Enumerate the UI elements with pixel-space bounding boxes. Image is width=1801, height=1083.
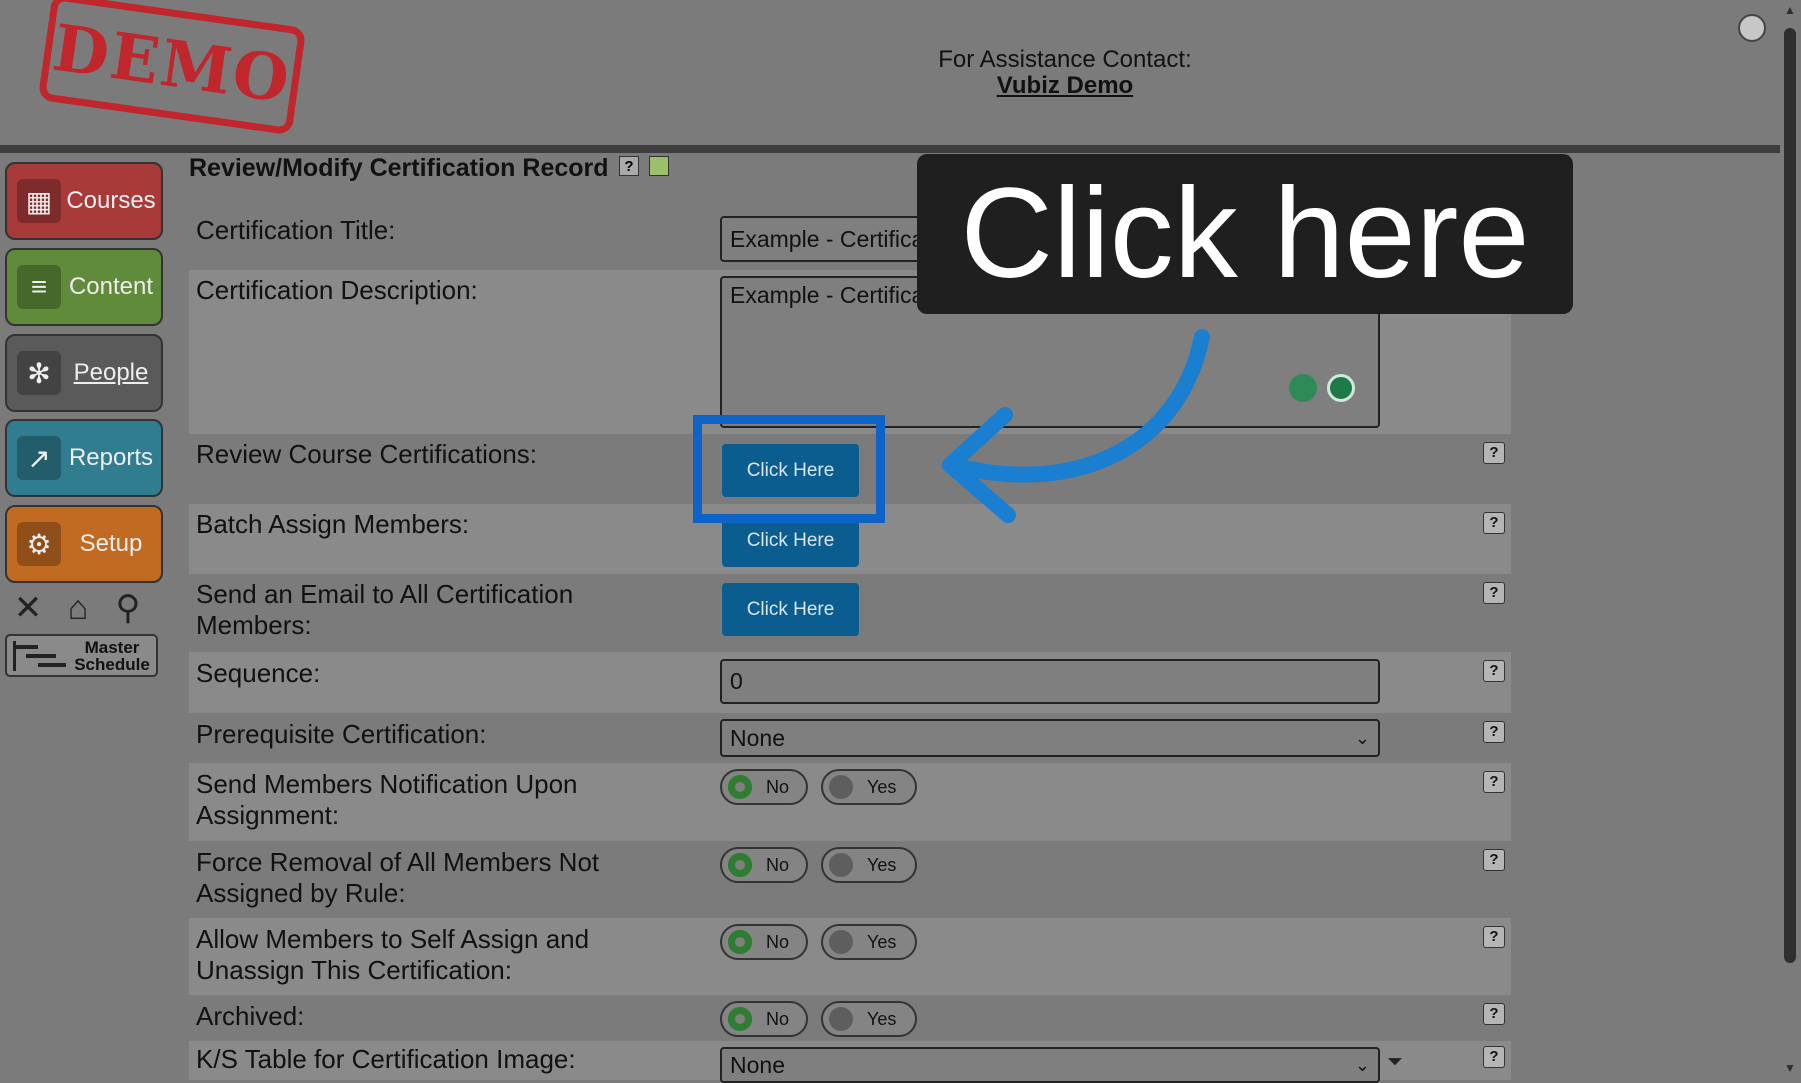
certification-description-label: Certification Description: — [196, 275, 478, 305]
row-prerequisite-certification: Prerequisite Certification: None ⌄ ? — [189, 713, 1511, 763]
schedule-icon — [13, 640, 68, 671]
yes-option-label: Yes — [867, 854, 897, 875]
help-icon[interactable]: ? — [1483, 442, 1505, 464]
nav-people-label: People — [73, 359, 149, 386]
scroll-up-arrow-icon[interactable]: ▲ — [1784, 4, 1796, 16]
assistance-contact-link[interactable]: Vubiz Demo — [900, 72, 1230, 100]
force-removal-yes-radio[interactable]: Yes — [821, 847, 917, 883]
tutorial-arrow-icon — [942, 329, 1210, 523]
send-notification-label: Send Members Notification Upon Assignmen… — [196, 769, 578, 830]
review-course-certifications-label: Review Course Certifications: — [196, 439, 538, 469]
batch-assign-members-label: Batch Assign Members: — [196, 509, 470, 539]
demo-stamp-text: DEMO — [48, 10, 296, 118]
lightbulb-icon[interactable] — [1289, 374, 1317, 402]
master-schedule-button[interactable]: Master Schedule — [5, 634, 158, 677]
filter-icon[interactable]: ⏷ — [1387, 1051, 1403, 1074]
tutorial-highlight-box — [693, 415, 885, 523]
assistance-label: For Assistance Contact: — [938, 46, 1192, 73]
help-icon[interactable]: ? — [1483, 926, 1505, 948]
certification-title-label: Certification Title: — [196, 215, 396, 245]
no-option-label: No — [766, 1008, 790, 1029]
help-icon[interactable]: ? — [1483, 771, 1505, 793]
send-email-button[interactable]: Click Here — [722, 583, 859, 636]
row-send-email: Send an Email to All Certification Membe… — [189, 574, 1511, 652]
nav-reports-label: Reports — [68, 444, 154, 471]
yes-option-label: Yes — [867, 1008, 897, 1029]
send-notification-yes-radio[interactable]: Yes — [821, 769, 917, 805]
send-email-label: Send an Email to All Certification Membe… — [196, 579, 574, 640]
help-icon[interactable]: ? — [619, 156, 639, 176]
nav-courses-label: Courses — [66, 187, 156, 214]
help-icon[interactable]: ? — [1483, 660, 1505, 682]
page-title: Review/Modify Certification Record — [189, 154, 609, 182]
row-sequence: Sequence: 0 ? — [189, 652, 1511, 713]
self-assign-yes-radio[interactable]: Yes — [821, 924, 917, 960]
grammarly-icon[interactable] — [1327, 374, 1355, 402]
help-icon[interactable]: ? — [1483, 512, 1505, 534]
presenter-icon: ▦ — [17, 179, 61, 223]
chevron-down-icon: ⌄ — [1354, 727, 1370, 748]
sequence-input[interactable]: 0 — [720, 659, 1380, 704]
prerequisite-selected-value: None — [730, 724, 785, 751]
no-option-label: No — [766, 931, 790, 952]
row-ks-table: K/S Table for Certification Image: None … — [189, 1041, 1511, 1083]
close-icon[interactable]: ✕ — [8, 588, 48, 628]
row-force-removal: Force Removal of All Members Not Assigne… — [189, 841, 1511, 918]
people-network-icon: ✻ — [17, 351, 61, 395]
tutorial-callout: Click here — [917, 154, 1573, 314]
prerequisite-certification-label: Prerequisite Certification: — [196, 719, 487, 749]
self-assign-no-radio[interactable]: No — [720, 924, 808, 960]
chevron-down-icon: ⌄ — [1354, 1054, 1370, 1075]
no-option-label: No — [766, 776, 790, 797]
help-icon[interactable]: ? — [1483, 1046, 1505, 1068]
nav-people-button[interactable]: ✻ People — [5, 334, 163, 412]
ks-table-selected-value: None — [730, 1051, 785, 1078]
nav-reports-button[interactable]: ↗ Reports — [5, 419, 163, 497]
force-removal-no-radio[interactable]: No — [720, 847, 808, 883]
row-archived: Archived: No Yes ? — [189, 995, 1511, 1041]
nav-content-button[interactable]: ≡ Content — [5, 248, 163, 326]
archived-yes-radio[interactable]: Yes — [821, 1001, 917, 1037]
help-icon[interactable]: ? — [1483, 849, 1505, 871]
prerequisite-certification-select[interactable]: None ⌄ — [720, 719, 1380, 757]
ks-table-label: K/S Table for Certification Image: — [196, 1044, 576, 1074]
help-icon[interactable]: ? — [1483, 721, 1505, 743]
nav-courses-button[interactable]: ▦ Courses — [5, 162, 163, 240]
force-removal-label: Force Removal of All Members Not Assigne… — [196, 847, 600, 908]
send-notification-no-radio[interactable]: No — [720, 769, 808, 805]
help-icon[interactable]: ? — [1483, 1003, 1505, 1025]
logout-icon[interactable] — [1738, 14, 1766, 42]
header-divider — [0, 145, 1780, 153]
no-option-label: No — [766, 854, 790, 875]
gears-icon: ⚙ — [17, 522, 61, 566]
stack-icon: ≡ — [17, 265, 61, 309]
row-send-notification: Send Members Notification Upon Assignmen… — [189, 763, 1511, 841]
scrollbar-thumb[interactable] — [1784, 28, 1796, 963]
self-assign-label: Allow Members to Self Assign and Unassig… — [196, 924, 590, 985]
export-icon[interactable] — [649, 156, 669, 176]
archived-no-radio[interactable]: No — [720, 1001, 808, 1037]
master-schedule-label: Master Schedule — [74, 637, 150, 674]
nav-setup-label: Setup — [79, 530, 143, 557]
home-icon[interactable]: ⌂ — [58, 588, 98, 628]
yes-option-label: Yes — [867, 931, 897, 952]
scroll-down-arrow-icon[interactable]: ▼ — [1784, 1062, 1796, 1074]
yes-option-label: Yes — [867, 776, 897, 797]
row-self-assign: Allow Members to Self Assign and Unassig… — [189, 918, 1511, 995]
sequence-label: Sequence: — [196, 658, 321, 688]
nav-setup-button[interactable]: ⚙ Setup — [5, 505, 163, 583]
help-icon[interactable]: ? — [1483, 582, 1505, 604]
trend-chart-icon: ↗ — [17, 436, 61, 480]
nav-content-label: Content — [68, 273, 154, 300]
ks-table-select[interactable]: None ⌄ — [720, 1047, 1380, 1083]
archived-label: Archived: — [196, 1001, 305, 1031]
search-icon[interactable]: ⚲ — [108, 588, 148, 628]
